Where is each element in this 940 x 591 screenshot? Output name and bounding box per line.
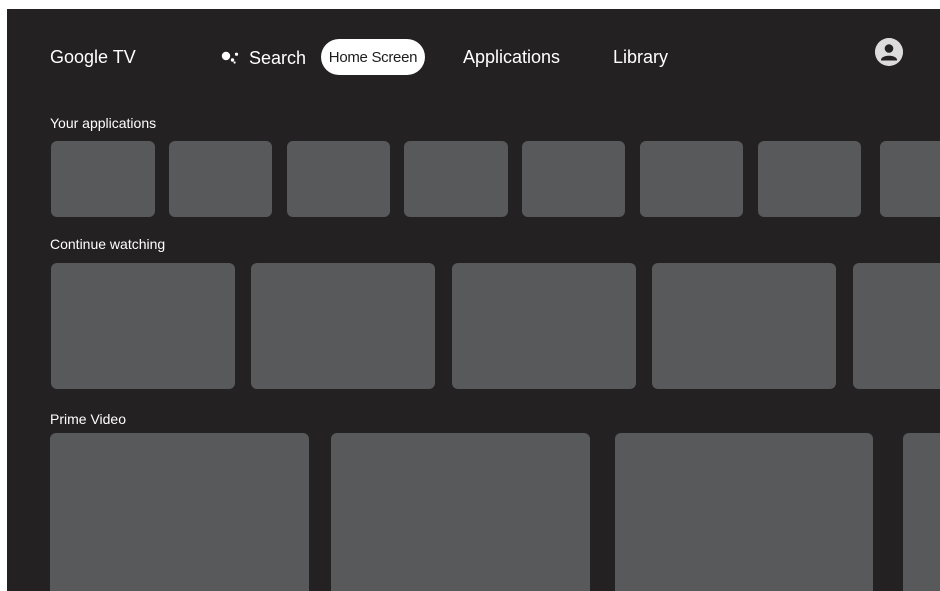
brand-title: Google TV	[50, 47, 136, 67]
app-tile[interactable]	[758, 141, 861, 217]
row-title-continue-watching: Continue watching	[50, 236, 166, 252]
continue-watching-tile[interactable]	[853, 263, 940, 389]
tab-applications[interactable]: Applications	[463, 47, 560, 68]
continue-watching-tile[interactable]	[51, 263, 235, 389]
account-circle-icon	[875, 38, 903, 66]
prime-video-tile[interactable]	[615, 433, 873, 591]
profile-avatar-button[interactable]	[875, 38, 903, 66]
prime-video-tile[interactable]	[903, 433, 940, 591]
search-label: Search	[249, 47, 307, 68]
google-assistant-icon	[221, 51, 239, 64]
row-title-prime-video: Prime Video	[50, 411, 127, 427]
continue-watching-tile[interactable]	[452, 263, 636, 389]
app-tile[interactable]	[640, 141, 743, 217]
continue-watching-tile[interactable]	[652, 263, 836, 389]
tv-home-screen: Google TV Search Home Screen Application…	[7, 9, 940, 591]
app-tile[interactable]	[287, 141, 390, 217]
row-title-your-applications: Your applications	[50, 115, 157, 131]
continue-watching-tile[interactable]	[251, 263, 435, 389]
app-tile[interactable]	[404, 141, 508, 217]
search-button[interactable]: Search	[221, 47, 306, 69]
app-tile[interactable]	[522, 141, 625, 217]
prime-video-tile[interactable]	[50, 433, 309, 591]
app-tile[interactable]	[51, 141, 155, 217]
app-tile[interactable]	[880, 141, 940, 217]
app-tile[interactable]	[169, 141, 272, 217]
prime-video-tile[interactable]	[331, 433, 590, 591]
top-navigation-bar: Google TV Search Home Screen Application…	[7, 9, 940, 89]
tab-library[interactable]: Library	[613, 47, 668, 68]
tab-home-screen[interactable]: Home Screen	[321, 39, 425, 75]
